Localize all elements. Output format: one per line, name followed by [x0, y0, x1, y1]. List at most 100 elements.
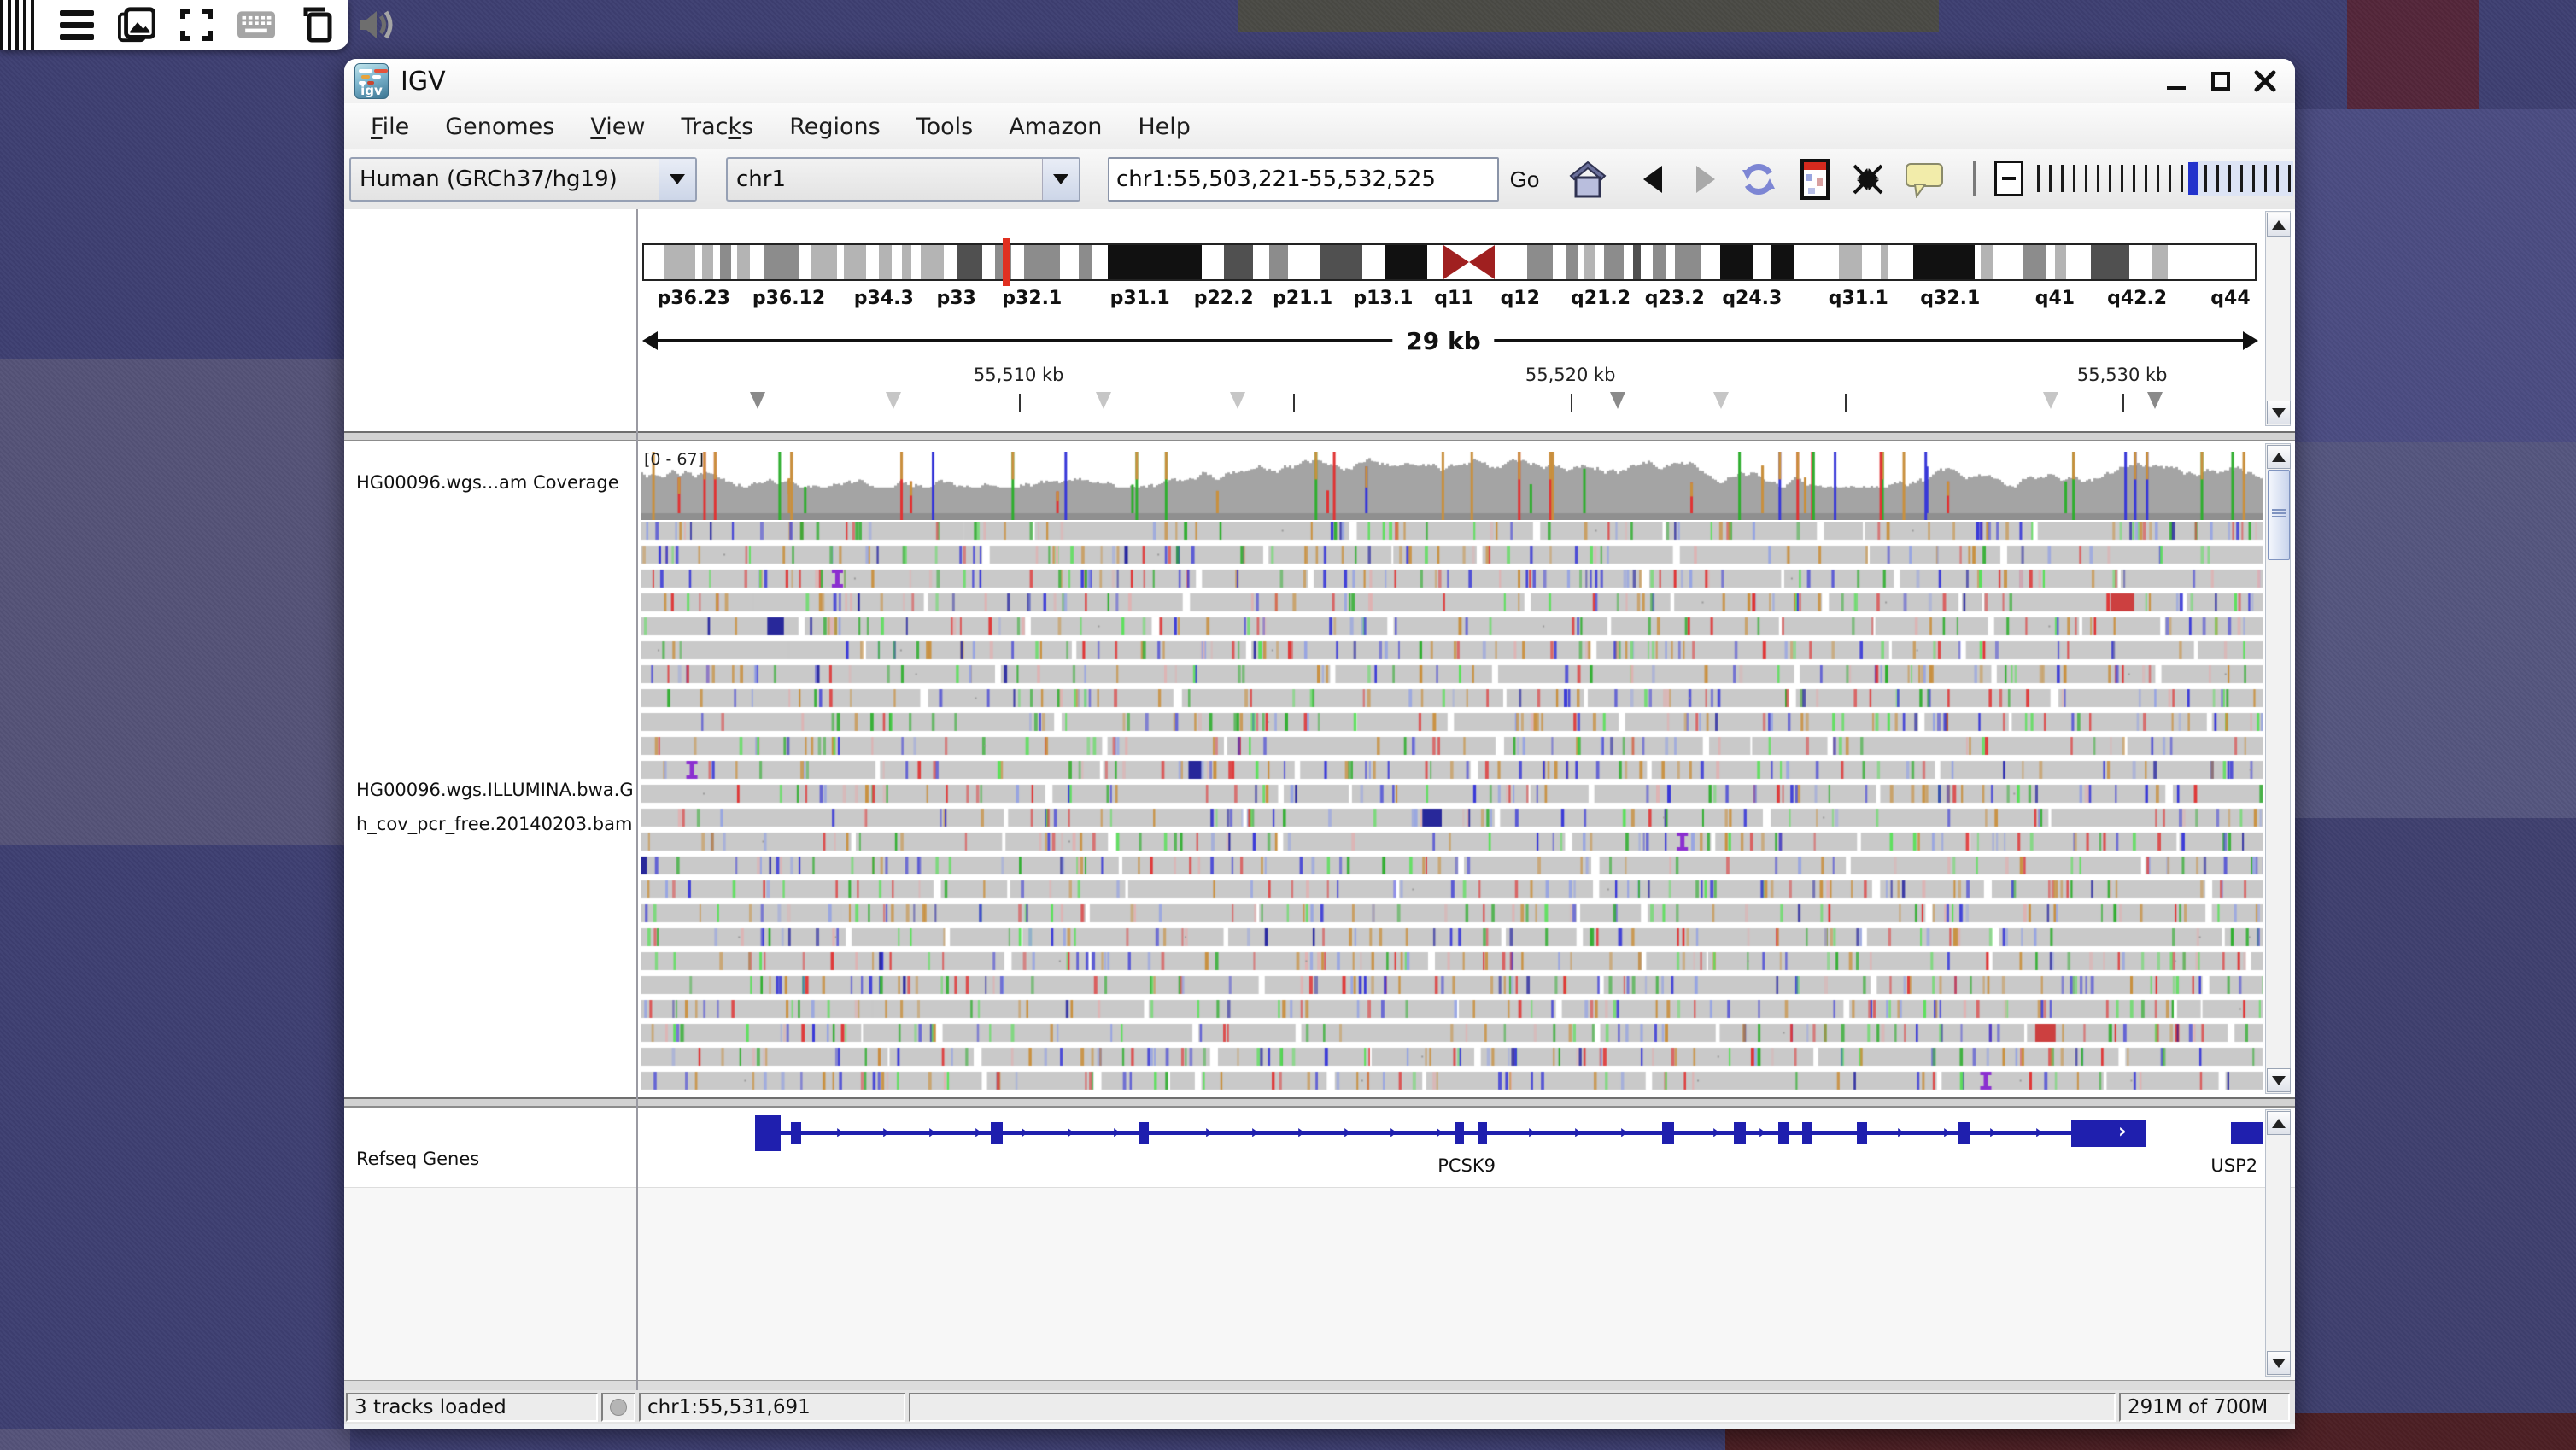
screenshot-icon[interactable]	[118, 6, 155, 44]
drag-handle-icon[interactable]	[0, 0, 36, 50]
gene-exon[interactable]	[1734, 1122, 1746, 1144]
roi-marker-icon[interactable]	[1713, 392, 1729, 409]
minimize-button[interactable]	[2165, 70, 2187, 92]
menu-tracks[interactable]: Tracks	[663, 114, 771, 140]
menu-genomes[interactable]: Genomes	[427, 114, 572, 140]
title-bar[interactable]: igv IGV	[344, 59, 2295, 104]
scroll-down-icon[interactable]	[2267, 1068, 2291, 1092]
chevron-down-icon[interactable]	[659, 159, 695, 200]
menu-amazon[interactable]: Amazon	[991, 114, 1120, 140]
gene-exon[interactable]	[1478, 1122, 1487, 1144]
gene-exon[interactable]	[1455, 1122, 1464, 1144]
audio-icon[interactable]	[357, 6, 395, 44]
gene-name-label[interactable]: PCSK9	[1437, 1155, 1496, 1176]
gene-exon[interactable]	[791, 1122, 801, 1144]
chevron-down-icon[interactable]	[1042, 159, 1079, 200]
alignment-track-label-line1[interactable]: HG00096.wgs.ILLUMINA.bwa.G	[356, 780, 634, 800]
panel-divider[interactable]	[636, 209, 638, 1390]
gene-name-label[interactable]: USP2	[2210, 1155, 2257, 1176]
alignment-track-label-line2[interactable]: h_cov_pcr_free.20140203.bam	[356, 814, 632, 834]
zoom-tick	[2121, 165, 2123, 192]
zoom-tick	[2073, 165, 2075, 192]
resize-to-window-icon[interactable]	[1847, 160, 1888, 199]
cytoband	[1224, 245, 1253, 279]
vnc-control-bar	[0, 0, 348, 50]
zoom-tick	[2228, 165, 2231, 192]
gene-exon[interactable]	[1778, 1122, 1789, 1144]
memory-text: 291M of 700M	[2128, 1396, 2268, 1418]
genome-select[interactable]: Human (GRCh37/hg19)	[349, 157, 697, 202]
roi-marker-icon[interactable]	[1096, 392, 1111, 409]
cytoband-label: p13.1	[1353, 288, 1413, 309]
chromosome-panel-scrollbar[interactable]	[2265, 211, 2291, 426]
gene-exon[interactable]	[755, 1115, 781, 1151]
roi-marker-icon[interactable]	[2147, 392, 2163, 409]
cytoband	[1024, 245, 1059, 279]
cytoband	[1839, 245, 1861, 279]
menu-icon[interactable]	[58, 6, 96, 44]
gene-exon[interactable]	[1139, 1122, 1149, 1144]
gene-strand-arrow: ›	[1527, 1123, 1535, 1143]
coverage-canvas[interactable]	[641, 452, 2263, 520]
define-region-icon[interactable]	[1794, 160, 1835, 199]
close-button[interactable]	[2254, 70, 2276, 92]
menu-file[interactable]: File	[353, 114, 427, 140]
coverage-track-label[interactable]: HG00096.wgs...am Coverage	[356, 472, 619, 493]
gene-intron-line[interactable]	[755, 1131, 2146, 1135]
zoom-out-button[interactable]	[1994, 161, 2023, 196]
menu-view[interactable]: View	[572, 114, 663, 140]
gene-track-label[interactable]: Refseq Genes	[356, 1149, 479, 1169]
maximize-button[interactable]	[2210, 70, 2232, 92]
menu-help[interactable]: Help	[1120, 114, 1209, 140]
ruler-tick	[1571, 394, 1572, 412]
roi-marker-icon[interactable]	[1610, 392, 1625, 409]
cytoband	[1385, 245, 1427, 279]
gene-exon[interactable]	[1662, 1122, 1674, 1144]
roi-marker-icon[interactable]	[886, 392, 901, 409]
gene-row[interactable]: ›››››››››››››››››››››››PCSK9USP2	[641, 1108, 2263, 1187]
alignment-canvas[interactable]	[641, 522, 2263, 1097]
scroll-down-icon[interactable]	[2267, 401, 2291, 424]
roi-marker-icon[interactable]	[750, 392, 765, 409]
gene-exon[interactable]	[991, 1122, 1003, 1144]
menu-regions[interactable]: Regions	[771, 114, 899, 140]
menu-tools[interactable]: Tools	[899, 114, 992, 140]
go-button[interactable]: Go	[1499, 157, 1550, 202]
message-status	[909, 1393, 2116, 1422]
gene-exon[interactable]	[1802, 1122, 1812, 1144]
gene-exon[interactable]	[2071, 1120, 2146, 1147]
centromere-icon	[1443, 245, 1469, 279]
scroll-up-icon[interactable]	[2267, 445, 2291, 469]
zoom-tick	[2037, 165, 2040, 192]
fullscreen-icon[interactable]	[178, 6, 215, 44]
zoom-slider[interactable]	[2037, 161, 2293, 196]
memory-status[interactable]: 291M of 700M	[2119, 1393, 2290, 1422]
alignment-panel-scrollbar[interactable]	[2265, 443, 2291, 1094]
gene-exon[interactable]	[1958, 1122, 1970, 1144]
scroll-up-icon[interactable]	[2267, 1111, 2291, 1135]
roi-marker-icon[interactable]	[1230, 392, 1245, 409]
locus-input[interactable]	[1108, 157, 1499, 202]
current-view-marker	[1003, 238, 1010, 286]
gene-panel-scrollbar[interactable]	[2265, 1109, 2291, 1377]
cytoband-label: p22.2	[1194, 288, 1254, 309]
scroll-up-icon[interactable]	[2267, 213, 2291, 237]
gene-exon[interactable]	[2231, 1122, 2263, 1144]
zoom-slider-thumb[interactable]	[2188, 162, 2198, 195]
clipboard-icon[interactable]	[297, 6, 335, 44]
cytoband	[1771, 245, 1794, 279]
chromosome-select[interactable]: chr1	[726, 157, 1080, 202]
scroll-down-icon[interactable]	[2267, 1351, 2291, 1375]
scrollbar-thumb[interactable]	[2268, 470, 2290, 560]
roi-marker-icon[interactable]	[2043, 392, 2058, 409]
back-icon[interactable]	[1632, 160, 1673, 199]
gene-exon[interactable]	[1857, 1122, 1867, 1144]
ideogram-area[interactable]: p36.23p36.12p34.3p33p32.1p31.1p22.2p21.1…	[641, 209, 2263, 431]
cytoband	[1913, 245, 1975, 279]
tooltip-icon[interactable]	[1904, 160, 1945, 199]
cytoband	[811, 245, 837, 279]
home-icon[interactable]	[1567, 160, 1608, 199]
keyboard-icon[interactable]	[237, 6, 275, 44]
chromosome-ideogram[interactable]	[642, 243, 2257, 281]
refresh-icon[interactable]	[1738, 160, 1779, 199]
